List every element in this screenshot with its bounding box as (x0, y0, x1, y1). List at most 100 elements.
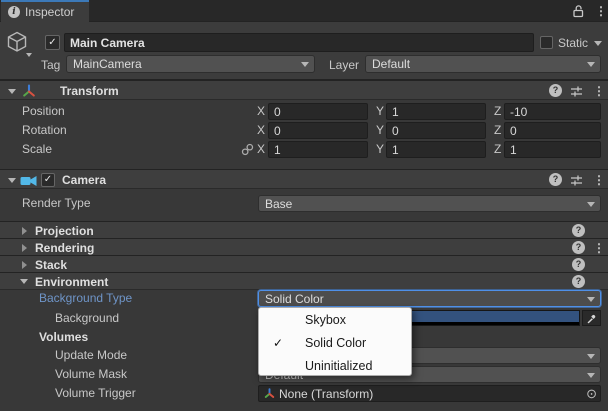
tab-inspector[interactable]: i Inspector (1, 0, 89, 22)
scale-y-field[interactable]: 1 (386, 141, 486, 158)
environment-foldout[interactable]: Environment ? (0, 272, 608, 290)
volume-trigger-label: Volume Trigger (55, 386, 136, 400)
scale-z-field[interactable]: 1 (504, 141, 601, 158)
gameobject-cube-icon[interactable] (5, 30, 29, 54)
transform-icon (264, 388, 275, 399)
axis-x-label: X (257, 104, 265, 118)
rotation-z-field[interactable]: 0 (504, 122, 601, 139)
foldout-open-icon[interactable] (8, 89, 16, 94)
position-x-field[interactable]: 0 (268, 103, 368, 120)
foldout-closed-icon[interactable] (22, 244, 27, 252)
background-type-dropdown[interactable]: Solid Color (258, 290, 601, 307)
render-type-value: Base (265, 197, 292, 211)
render-type-row: Render Type Base (0, 195, 608, 212)
transform-title: Transform (60, 84, 119, 98)
volumes-label: Volumes (39, 330, 88, 344)
stack-label: Stack (35, 258, 67, 272)
scale-x-field[interactable]: 1 (268, 141, 368, 158)
gameobject-name-field[interactable]: Main Camera (64, 33, 534, 52)
rotation-row: Rotation X 0 Y 0 Z 0 (0, 122, 608, 139)
projection-label: Projection (35, 224, 94, 238)
help-icon[interactable]: ? (572, 275, 585, 288)
stack-foldout[interactable]: Stack ? (0, 255, 608, 272)
tab-title: Inspector (25, 5, 74, 19)
rendering-label: Rendering (35, 241, 94, 255)
help-icon[interactable]: ? (549, 173, 562, 186)
render-type-label: Render Type (22, 196, 91, 210)
help-icon[interactable]: ? (572, 224, 585, 237)
static-checkbox[interactable] (540, 36, 553, 49)
gameobject-header: ✓ Main Camera Static Tag MainCamera Laye… (0, 22, 608, 80)
transform-header[interactable]: Transform ? ⋮ (0, 80, 608, 100)
foldout-closed-icon[interactable] (22, 261, 27, 269)
object-picker-icon[interactable]: ⊙ (586, 387, 597, 401)
popup-item-solid-color[interactable]: ✓ Solid Color (259, 331, 411, 354)
tag-value: MainCamera (73, 57, 142, 71)
inspector-window: i Inspector ⋮ ✓ Main Camera Static Tag M… (0, 0, 608, 411)
layer-dropdown[interactable]: Default (365, 55, 601, 73)
gameobject-icon-dropdown-arrow[interactable] (26, 53, 32, 57)
axis-y-label: Y (376, 123, 384, 137)
component-menu-icon[interactable]: ⋮ (593, 174, 605, 186)
chevron-down-icon (587, 297, 595, 302)
tab-bar: i Inspector ⋮ (0, 0, 608, 22)
link-broken-icon[interactable] (241, 143, 254, 156)
check-icon: ✓ (270, 336, 286, 350)
help-icon[interactable]: ? (549, 84, 562, 97)
rotation-y-field[interactable]: 0 (386, 122, 486, 139)
rendering-foldout[interactable]: Rendering ? ⋮ (0, 238, 608, 255)
axis-z-label: Z (494, 123, 501, 137)
foldout-open-icon[interactable] (8, 178, 16, 183)
eyedropper-icon (586, 313, 597, 324)
camera-header[interactable]: ✓ Camera ? ⋮ (0, 169, 608, 189)
projection-foldout[interactable]: Projection ? (0, 221, 608, 238)
volume-trigger-row: Volume Trigger None (Transform) ⊙ (0, 385, 608, 402)
popup-item-skybox[interactable]: Skybox (259, 308, 411, 331)
unlock-icon[interactable] (572, 4, 585, 18)
scale-label: Scale (22, 142, 52, 156)
popup-item-uninitialized[interactable]: Uninitialized (259, 354, 411, 377)
position-z-field[interactable]: -10 (504, 103, 601, 120)
camera-title: Camera (62, 173, 106, 187)
foldout-closed-icon[interactable] (22, 227, 27, 235)
chevron-down-icon (301, 62, 309, 67)
chevron-down-icon (587, 62, 595, 67)
camera-icon (20, 175, 37, 187)
layer-value: Default (372, 57, 410, 71)
component-menu-icon[interactable]: ⋮ (593, 85, 605, 97)
presets-icon[interactable] (570, 85, 583, 98)
popup-item-label: Solid Color (305, 336, 366, 350)
static-dropdown-arrow[interactable] (594, 41, 602, 46)
camera-enabled-checkbox[interactable]: ✓ (41, 173, 55, 187)
volume-trigger-object-field[interactable]: None (Transform) ⊙ (258, 385, 601, 402)
eyedropper-button[interactable] (582, 310, 601, 326)
tag-dropdown[interactable]: MainCamera (66, 55, 315, 73)
check-icon: ✓ (44, 175, 52, 185)
window-menu-icon[interactable]: ⋮ (595, 5, 607, 17)
scale-row: Scale X 1 Y 1 Z 1 (0, 141, 608, 158)
help-icon[interactable]: ? (572, 258, 585, 271)
axis-y-label: Y (376, 104, 384, 118)
background-type-value: Solid Color (265, 292, 324, 306)
presets-icon[interactable] (570, 174, 583, 187)
layer-label: Layer (329, 58, 359, 72)
static-label: Static (558, 36, 588, 50)
volume-mask-label: Volume Mask (55, 367, 127, 381)
background-label: Background (55, 311, 119, 325)
position-y-field[interactable]: 1 (386, 103, 486, 120)
render-type-dropdown[interactable]: Base (258, 195, 601, 212)
position-row: Position X 0 Y 1 Z -10 (0, 103, 608, 120)
axis-x-label: X (257, 142, 265, 156)
background-type-label: Background Type (39, 291, 132, 305)
info-icon: i (8, 6, 20, 18)
chevron-down-icon (587, 354, 595, 359)
transform-icon (22, 84, 36, 98)
gameobject-active-checkbox[interactable]: ✓ (45, 35, 60, 50)
help-icon[interactable]: ? (572, 241, 585, 254)
foldout-open-icon[interactable] (20, 279, 28, 284)
chevron-down-icon (587, 202, 595, 207)
background-type-row: Background Type Solid Color (0, 290, 608, 307)
axis-y-label: Y (376, 142, 384, 156)
section-menu-icon[interactable]: ⋮ (593, 242, 605, 254)
rotation-x-field[interactable]: 0 (268, 122, 368, 139)
